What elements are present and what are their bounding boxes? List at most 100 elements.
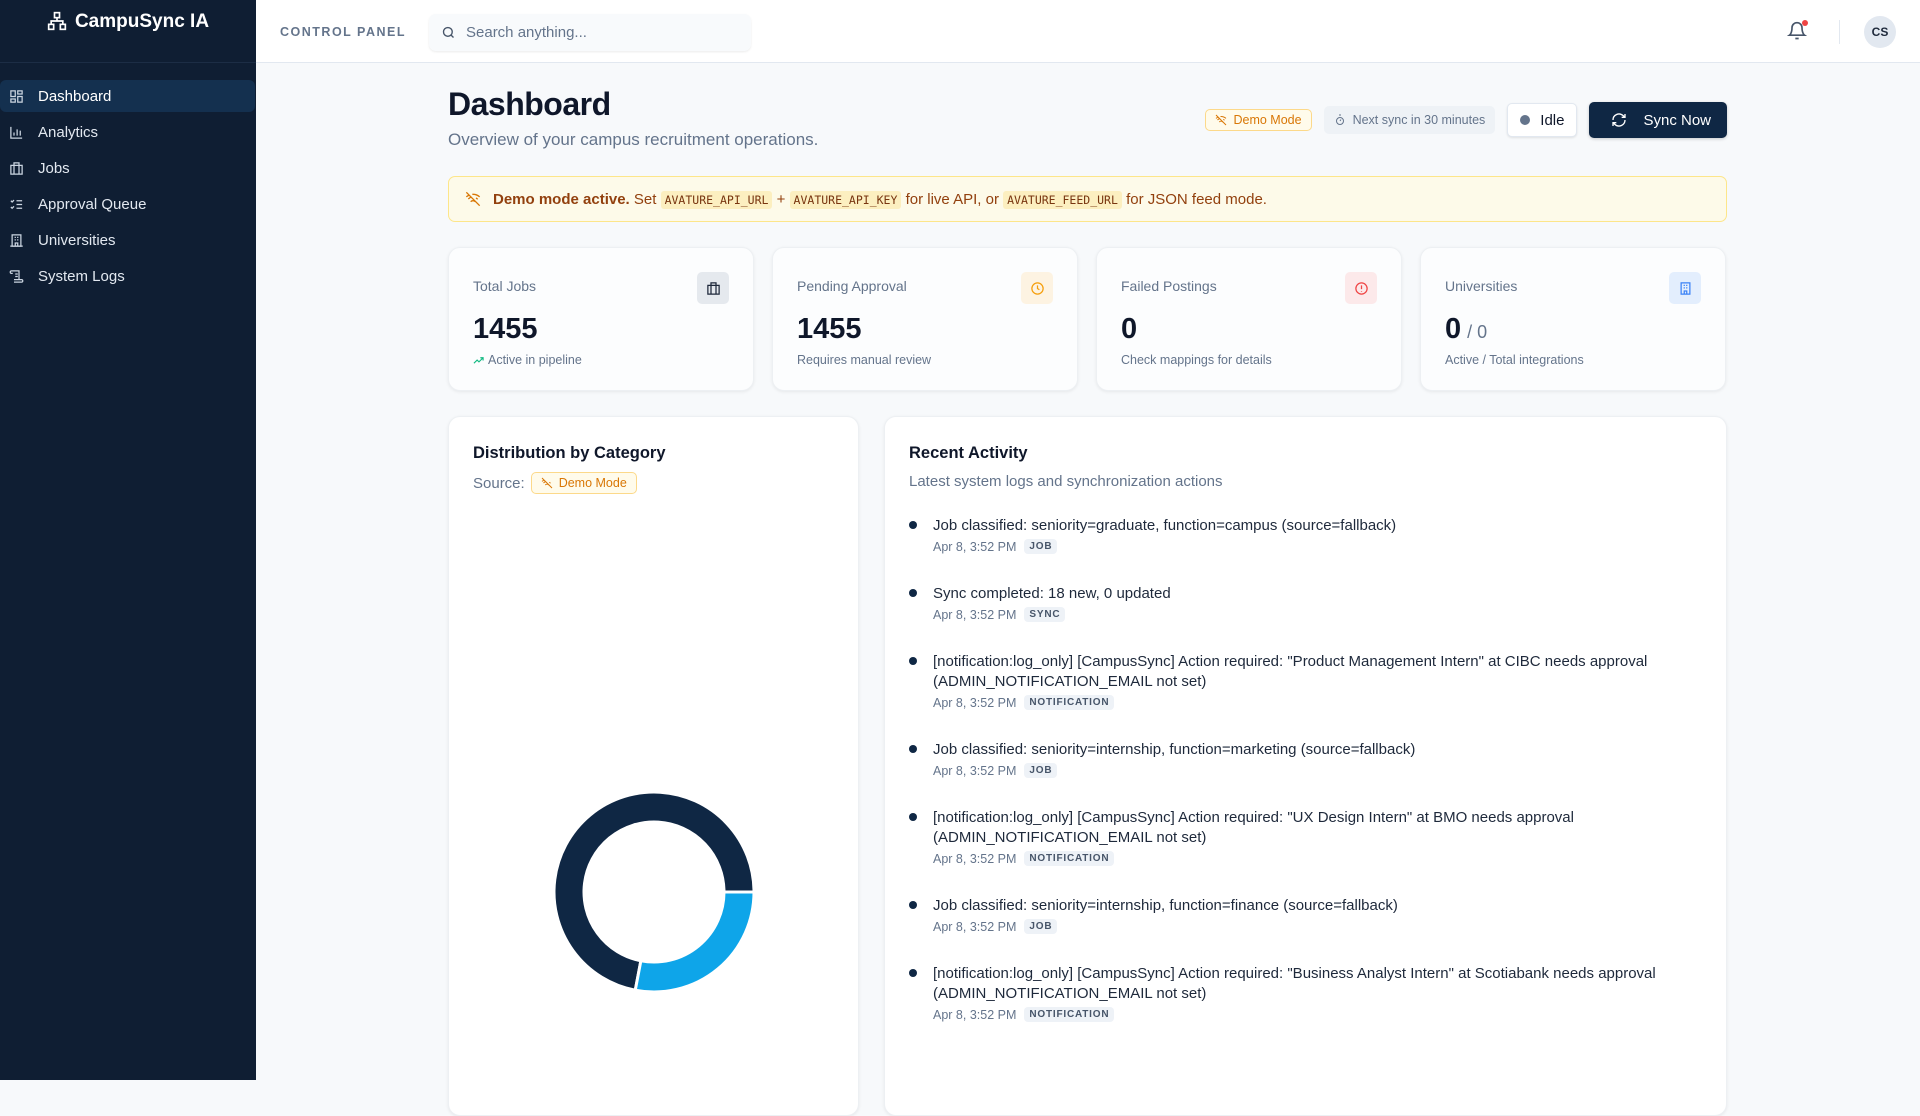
activity-text: Job classified: seniority=internship, fu… [933,897,1398,914]
activity-item: [notification:log_only] [CampusSync] Act… [909,652,1689,710]
stat-label: Pending Approval [797,278,907,294]
demo-mode-badge: Demo Mode [1205,109,1312,131]
stat-value: 1455 [473,313,538,345]
sidebar-item-universities[interactable]: Universities [0,224,255,256]
status-badge: Idle [1507,103,1578,137]
sidebar-item-label: System Logs [38,267,125,285]
activity-item: Job classified: seniority=internship, fu… [909,740,1689,778]
sync-now-button[interactable]: Sync Now [1589,102,1727,138]
env-var-code: AVATURE_FEED_URL [1003,190,1122,209]
search-box[interactable] [429,14,751,51]
activity-time: Apr 8, 3:52 PM [933,919,1017,934]
sync-now-label: Sync Now [1643,111,1711,129]
card-title: Recent Activity [909,444,1028,462]
sidebar: CampuSync IA Dashboard Analytics Jobs Ap… [0,0,256,1080]
header-actions: Demo Mode Next sync in 30 minutes Idle S… [1205,102,1727,138]
activity-meta: Apr 8, 3:52 PM JOB [933,919,1689,934]
sidebar-item-label: Analytics [38,123,99,141]
activity-tag: NOTIFICATION [1024,1007,1115,1022]
stat-label: Universities [1445,278,1518,294]
activity-tag: SYNC [1024,607,1066,622]
stat-label: Failed Postings [1121,278,1217,294]
activity-text: Sync completed: 18 new, 0 updated [933,585,1171,602]
activity-time: Apr 8, 3:52 PM [933,851,1017,866]
stat-subtext-label: Active in pipeline [488,353,582,367]
activity-item: Sync completed: 18 new, 0 updated Apr 8, … [909,584,1689,622]
page-title: Dashboard [448,86,611,122]
activity-text: Job classified: seniority=graduate, func… [933,517,1397,534]
bullet-icon [909,901,917,909]
demo-mode-banner: Demo mode active. Set AVATURE_API_URL + … [448,176,1727,222]
list-checks-icon [10,199,23,209]
wifi-off-icon [541,477,553,489]
sidebar-item-dashboard[interactable]: Dashboard [0,80,255,112]
activity-tag: NOTIFICATION [1024,695,1115,710]
activity-tag: JOB [1024,539,1058,554]
activity-meta: Apr 8, 3:52 PM NOTIFICATION [933,851,1689,866]
activity-item: [notification:log_only] [CampusSync] Act… [909,964,1689,1022]
search-input[interactable] [466,24,726,41]
app-logo[interactable]: CampuSync IA [0,0,256,63]
card-subtitle: Latest system logs and synchronization a… [909,473,1223,490]
next-sync-label: Next sync in 30 minutes [1352,113,1486,127]
sidebar-item-analytics[interactable]: Analytics [0,116,255,148]
donut-slice-1 [633,890,756,994]
demo-mode-label: Demo Mode [558,476,627,490]
card-title: Distribution by Category [473,444,666,462]
topbar: CONTROL PANEL CS [256,0,1920,63]
stat-card-universities: Universities 0/ 0 Active / Total integra… [1420,247,1726,391]
stat-subtext: Check mappings for details [1121,353,1272,367]
banner-text-part: for JSON feed mode. [1126,190,1267,208]
bullet-icon [909,813,917,821]
sidebar-item-approval-queue[interactable]: Approval Queue [0,188,255,220]
stat-subtext: Active in pipeline [473,353,582,367]
bar-chart-icon [10,126,23,139]
app-name: CampuSync IA [74,11,210,32]
bullet-icon [909,589,917,597]
activity-tag: JOB [1024,919,1058,934]
activity-time: Apr 8, 3:52 PM [933,1007,1017,1022]
briefcase-icon [697,272,729,304]
activity-text: [notification:log_only] [CampusSync] Act… [933,653,1648,690]
bullet-icon [909,969,917,977]
demo-mode-label: Demo Mode [1233,113,1302,127]
building-icon [1669,272,1701,304]
next-sync-indicator: Next sync in 30 minutes [1323,106,1496,134]
sidebar-item-label: Universities [38,231,116,249]
stat-value: 1455 [797,313,862,345]
demo-mode-badge: Demo Mode [530,472,637,494]
status-dot [1520,115,1531,125]
activity-time: Apr 8, 3:52 PM [933,607,1017,622]
avatar[interactable]: CS [1864,16,1896,48]
activity-list: Job classified: seniority=graduate, func… [909,516,1689,1052]
activity-time: Apr 8, 3:52 PM [933,539,1017,554]
source-label: Source: [473,474,525,492]
activity-meta: Apr 8, 3:52 PM JOB [933,539,1689,554]
page-subtitle: Overview of your campus recruitment oper… [448,130,819,149]
stat-card-total-jobs: Total Jobs 1455 Active in pipeline [448,247,754,391]
sidebar-item-label: Approval Queue [38,195,147,213]
scroll-icon [9,269,24,283]
notifications-button[interactable] [1786,20,1809,44]
stat-card-failed-postings: Failed Postings 0 Check mappings for det… [1096,247,1402,391]
stat-subtext: Requires manual review [797,353,932,367]
sidebar-item-label: Jobs [38,159,70,177]
activity-meta: Apr 8, 3:52 PM NOTIFICATION [933,1007,1689,1022]
trending-up-icon [473,356,484,364]
dashboard-icon [10,89,23,103]
sidebar-item-jobs[interactable]: Jobs [0,152,255,184]
total-count: / 0 [1467,322,1488,342]
sidebar-nav: Dashboard Analytics Jobs Approval Queue … [0,63,256,292]
active-count: 0 [1445,313,1462,345]
category-donut-chart [552,790,756,994]
notification-dot [1802,20,1808,26]
activity-tag: NOTIFICATION [1024,851,1115,866]
alert-circle-icon [1345,272,1377,304]
sidebar-item-system-logs[interactable]: System Logs [0,260,255,292]
env-var-code: AVATURE_API_URL [660,190,773,209]
search-icon [442,26,454,38]
env-var-code: AVATURE_API_KEY [789,190,902,209]
recent-activity-card: Recent Activity Latest system logs and s… [884,416,1727,1116]
building-icon [10,233,23,247]
stat-card-pending-approval: Pending Approval 1455 Requires manual re… [772,247,1078,391]
